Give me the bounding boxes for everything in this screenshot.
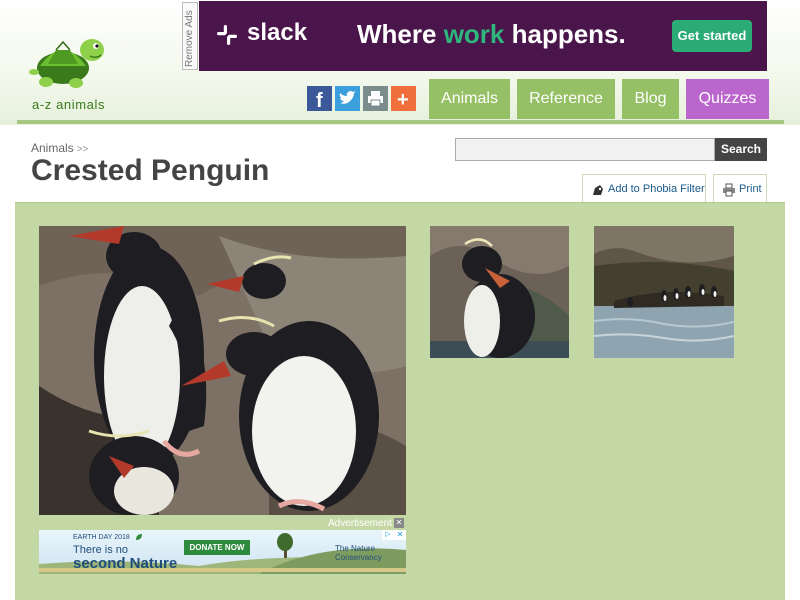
print-label: Print bbox=[739, 183, 762, 195]
print-icon bbox=[723, 183, 735, 197]
twitter-icon bbox=[335, 86, 360, 111]
bottom-ad-choices-icon[interactable]: ▷ bbox=[382, 530, 394, 540]
search-input[interactable] bbox=[455, 138, 715, 161]
brand-line-1: The Nature bbox=[335, 544, 376, 553]
facebook-icon: f bbox=[307, 86, 332, 111]
twitter-share-button[interactable] bbox=[335, 86, 360, 111]
plus-icon: + bbox=[391, 86, 416, 111]
turtle-icon bbox=[29, 39, 104, 88]
penguin-thumbnail-1[interactable] bbox=[430, 226, 569, 358]
phobia-filter-label: Add to Phobia Filter bbox=[608, 183, 705, 195]
site-logo-text[interactable]: a-z animals bbox=[32, 97, 105, 112]
top-advertisement-banner[interactable]: slack Where work happens. Get started ▷ … bbox=[199, 1, 767, 71]
remove-ads-label: Remove Ads bbox=[184, 10, 195, 67]
main-penguin-photo[interactable] bbox=[39, 226, 406, 515]
advertisement-close-icon[interactable]: ✕ bbox=[393, 518, 404, 529]
bottom-ad-close-icon[interactable]: ✕ bbox=[394, 530, 406, 540]
filter-icon bbox=[593, 185, 603, 195]
printer-icon bbox=[363, 86, 388, 111]
facebook-share-button[interactable]: f bbox=[307, 86, 332, 111]
brand-line-2: Conservancy bbox=[335, 553, 382, 562]
search-button[interactable]: Search bbox=[715, 138, 767, 161]
get-started-button[interactable]: Get started bbox=[672, 20, 752, 52]
leaf-icon bbox=[136, 534, 142, 540]
ad-headline: Where work happens. bbox=[357, 19, 626, 50]
page-title: Crested Penguin bbox=[31, 154, 270, 187]
nature-conservancy-logo: The Nature Conservancy bbox=[335, 544, 382, 562]
add-to-phobia-filter-button[interactable]: Add to Phobia Filter bbox=[582, 174, 706, 204]
facebook-glyph: f bbox=[316, 90, 323, 111]
slack-icon bbox=[217, 25, 237, 45]
bottom-advertisement-banner[interactable]: EARTH DAY 2018 There is no second Nature… bbox=[39, 530, 406, 574]
nav-quizzes[interactable]: Quizzes bbox=[686, 79, 769, 119]
ad-brand-name: slack bbox=[247, 19, 308, 46]
advertisement-label: Advertisement ✕ bbox=[328, 518, 404, 529]
ad-kicker: EARTH DAY 2018 bbox=[73, 534, 130, 541]
print-button[interactable]: Print bbox=[713, 174, 767, 204]
nav-animals[interactable]: Animals bbox=[429, 79, 510, 119]
more-glyph: + bbox=[397, 89, 409, 111]
advertisement-text: Advertisement bbox=[328, 518, 392, 529]
donate-now-button[interactable]: DONATE NOW bbox=[184, 540, 250, 555]
nav-blog[interactable]: Blog bbox=[622, 79, 679, 119]
turtle-logo[interactable] bbox=[28, 30, 110, 92]
nav-reference[interactable]: Reference bbox=[517, 79, 615, 119]
ad-tagline-line-2: second Nature bbox=[73, 555, 178, 572]
penguin-thumbnail-image-2 bbox=[594, 226, 734, 358]
penguin-thumbnail-2[interactable] bbox=[594, 226, 734, 358]
penguin-photo-image bbox=[39, 226, 406, 515]
remove-ads-button[interactable]: Remove Ads bbox=[182, 2, 198, 70]
breadcrumb-link-animals[interactable]: Animals bbox=[31, 141, 74, 155]
more-share-button[interactable]: + bbox=[391, 86, 416, 111]
nav-divider bbox=[17, 120, 784, 124]
penguin-thumbnail-image-1 bbox=[430, 226, 569, 358]
ad-headline-end: happens. bbox=[504, 19, 626, 49]
ad-headline-highlight: work bbox=[443, 19, 505, 49]
breadcrumb: Animals >> bbox=[31, 141, 88, 155]
print-share-button[interactable] bbox=[363, 86, 388, 111]
ad-headline-start: Where bbox=[357, 19, 444, 49]
